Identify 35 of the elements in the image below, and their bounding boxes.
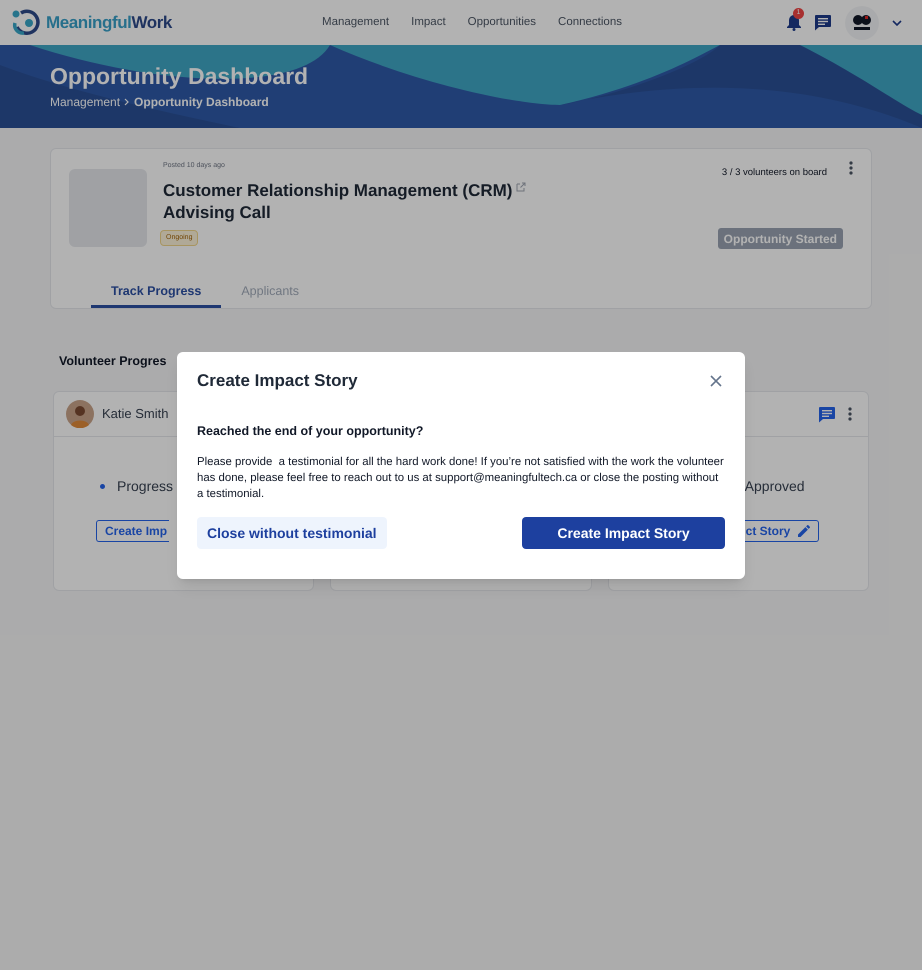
close-without-testimonial-button[interactable]: Close without testimonial [197, 517, 387, 550]
breadcrumb-link[interactable]: Management [50, 93, 120, 111]
avatar [66, 400, 94, 428]
chevron-down-icon[interactable] [892, 20, 902, 26]
opportunity-title: Advising Call [163, 202, 272, 224]
create-impact-story-button[interactable]: Create Imp [96, 520, 170, 542]
logo-text: MeaningfulWork [46, 12, 172, 34]
bullet-icon [100, 484, 105, 488]
progress-status: Approved [744, 476, 805, 496]
progress-status: Progress [117, 476, 174, 496]
breadcrumb-current: Opportunity Dashboard [134, 94, 269, 111]
chevron-right-icon [124, 98, 130, 106]
pencil-icon [798, 525, 810, 537]
tab[interactable]: Track Progress [91, 277, 222, 308]
volunteer-count: 3 / 3 volunteers on board [722, 166, 827, 180]
create-impact-story-button[interactable]: Create Impact Story [522, 517, 725, 550]
volunteer-name: Katie Smith [102, 405, 168, 424]
more-icon[interactable] [849, 161, 853, 175]
chat-icon[interactable] [818, 406, 836, 422]
nav-link[interactable]: Impact [411, 14, 446, 32]
nav-link[interactable]: Management [322, 14, 390, 32]
profile-avatar[interactable] [845, 6, 879, 40]
dialog-message: Please provide a testimonial for all the hard work done! If you’re not satisfied with the work the volunteer has done, please feel free to reach out to us at support@meaningfultech.ca or close the posting without a testimonial. [197, 455, 725, 502]
close-icon[interactable] [710, 374, 722, 387]
chat-icon[interactable] [814, 14, 832, 31]
section-title: Volunteer Progres [59, 353, 166, 370]
bell-icon[interactable] [787, 14, 801, 31]
more-icon[interactable] [848, 407, 852, 421]
dialog-title: Create Impact Story [197, 370, 358, 392]
nav-link[interactable]: Opportunities [468, 14, 536, 32]
page-title: Opportunity Dashboard [50, 62, 310, 91]
logo-icon [12, 8, 42, 36]
nav-link[interactable]: Connections [558, 14, 622, 32]
dialog-heading: Reached the end of your opportunity? [197, 422, 424, 440]
opportunity-title: Customer Relationship Management (CRM) [163, 180, 512, 202]
